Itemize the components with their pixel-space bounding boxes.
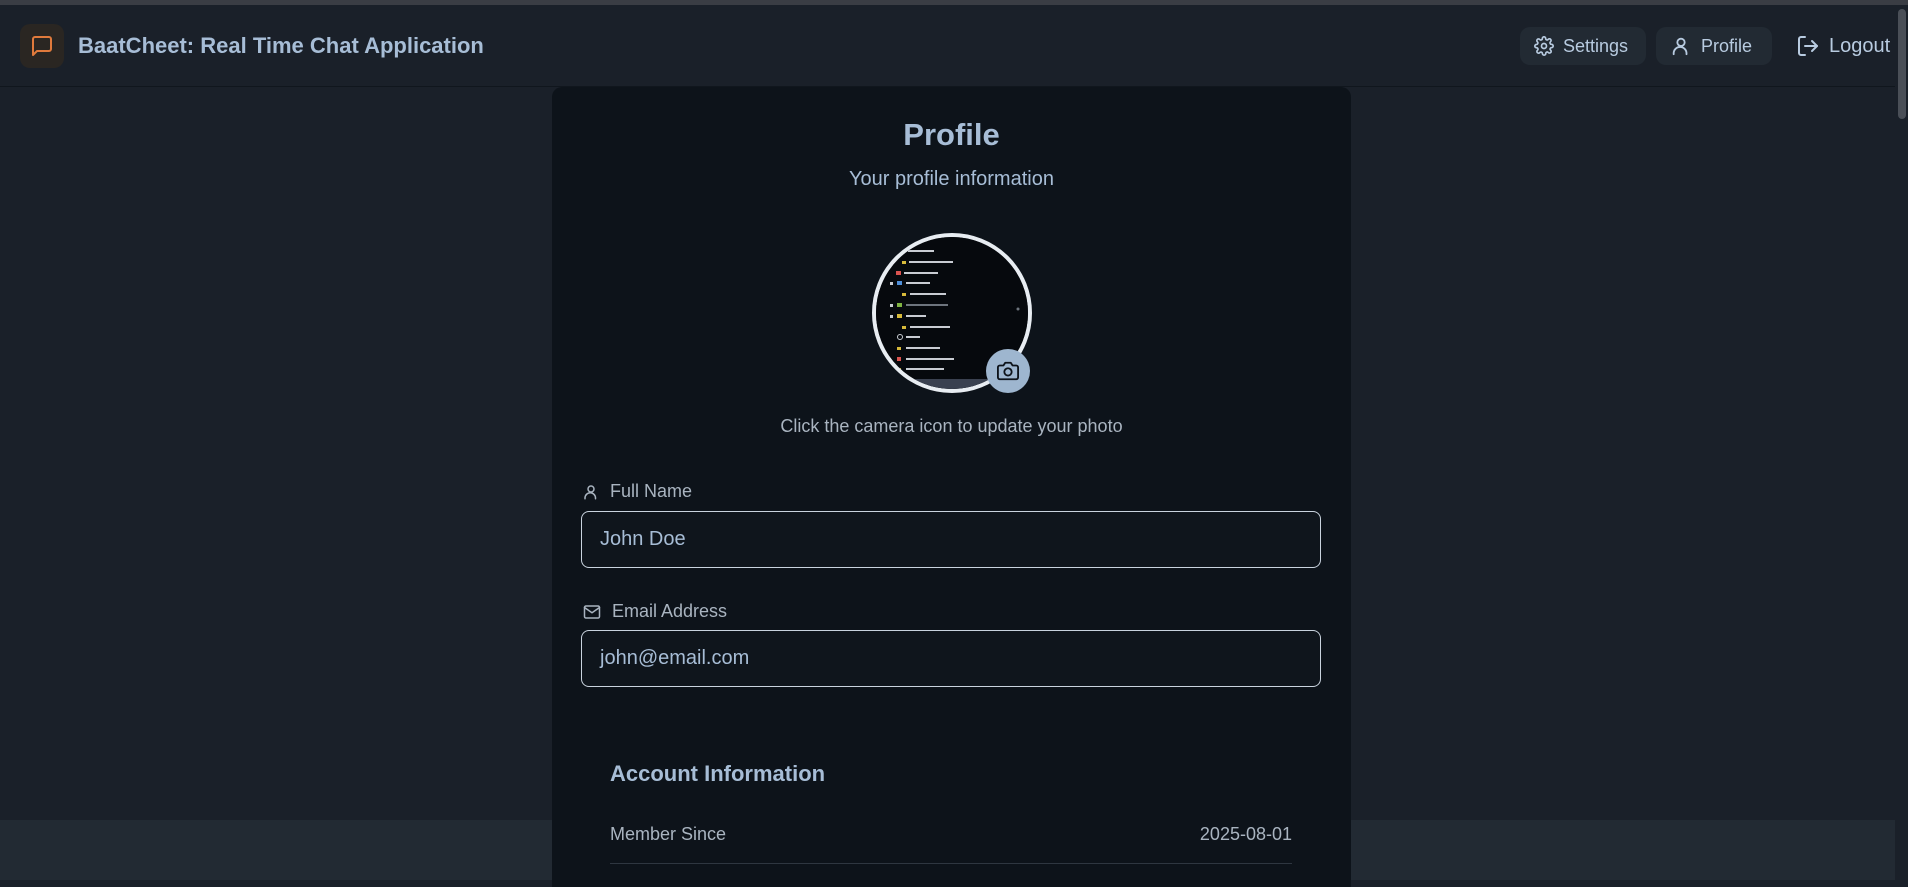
logout-icon [1798,36,1818,56]
mail-icon [583,604,601,619]
member-since-row: Member Since 2025-08-01 [610,824,1292,864]
settings-button[interactable]: Settings [1520,27,1646,65]
logout-button[interactable]: Logout [1782,27,1892,65]
full-name-field[interactable]: John Doe [581,511,1321,568]
navbar: BaatCheet: Real Time Chat Application Se… [0,5,1908,87]
page-subtitle: Your profile information [849,168,1054,190]
profile-button[interactable]: Profile [1656,27,1772,65]
email-field[interactable]: john@email.com [581,630,1321,687]
email-value: john@email.com [600,647,750,669]
profile-card: Profile Your profile information Click t… [552,87,1351,887]
scrollbar[interactable] [1895,5,1908,880]
full-name-value: John Doe [600,528,686,550]
email-label: Email Address [582,601,727,622]
change-photo-button[interactable] [986,349,1030,393]
user-icon [584,484,597,499]
scrollbar-thumb[interactable] [1898,9,1906,119]
member-since-value: 2025-08-01 [1199,824,1292,844]
full-name-label-text: Full Name [610,481,693,501]
settings-label: Settings [1563,35,1629,56]
gear-icon [1534,36,1554,56]
camera-icon [997,361,1019,381]
logout-label: Logout [1829,34,1891,57]
profile-label: Profile [1701,35,1753,56]
full-name-label: Full Name [582,481,692,502]
app-title[interactable]: BaatCheet: Real Time Chat Application [78,33,484,59]
email-label-text: Email Address [612,601,728,621]
account-info-title: Account Information [610,761,826,786]
page-title: Profile [903,117,1000,152]
user-icon [1672,37,1688,56]
message-square-icon [32,36,52,56]
app-logo[interactable] [20,24,64,68]
avatar-hint: Click the camera icon to update your pho… [780,416,1123,436]
member-since-label: Member Since [610,824,727,844]
